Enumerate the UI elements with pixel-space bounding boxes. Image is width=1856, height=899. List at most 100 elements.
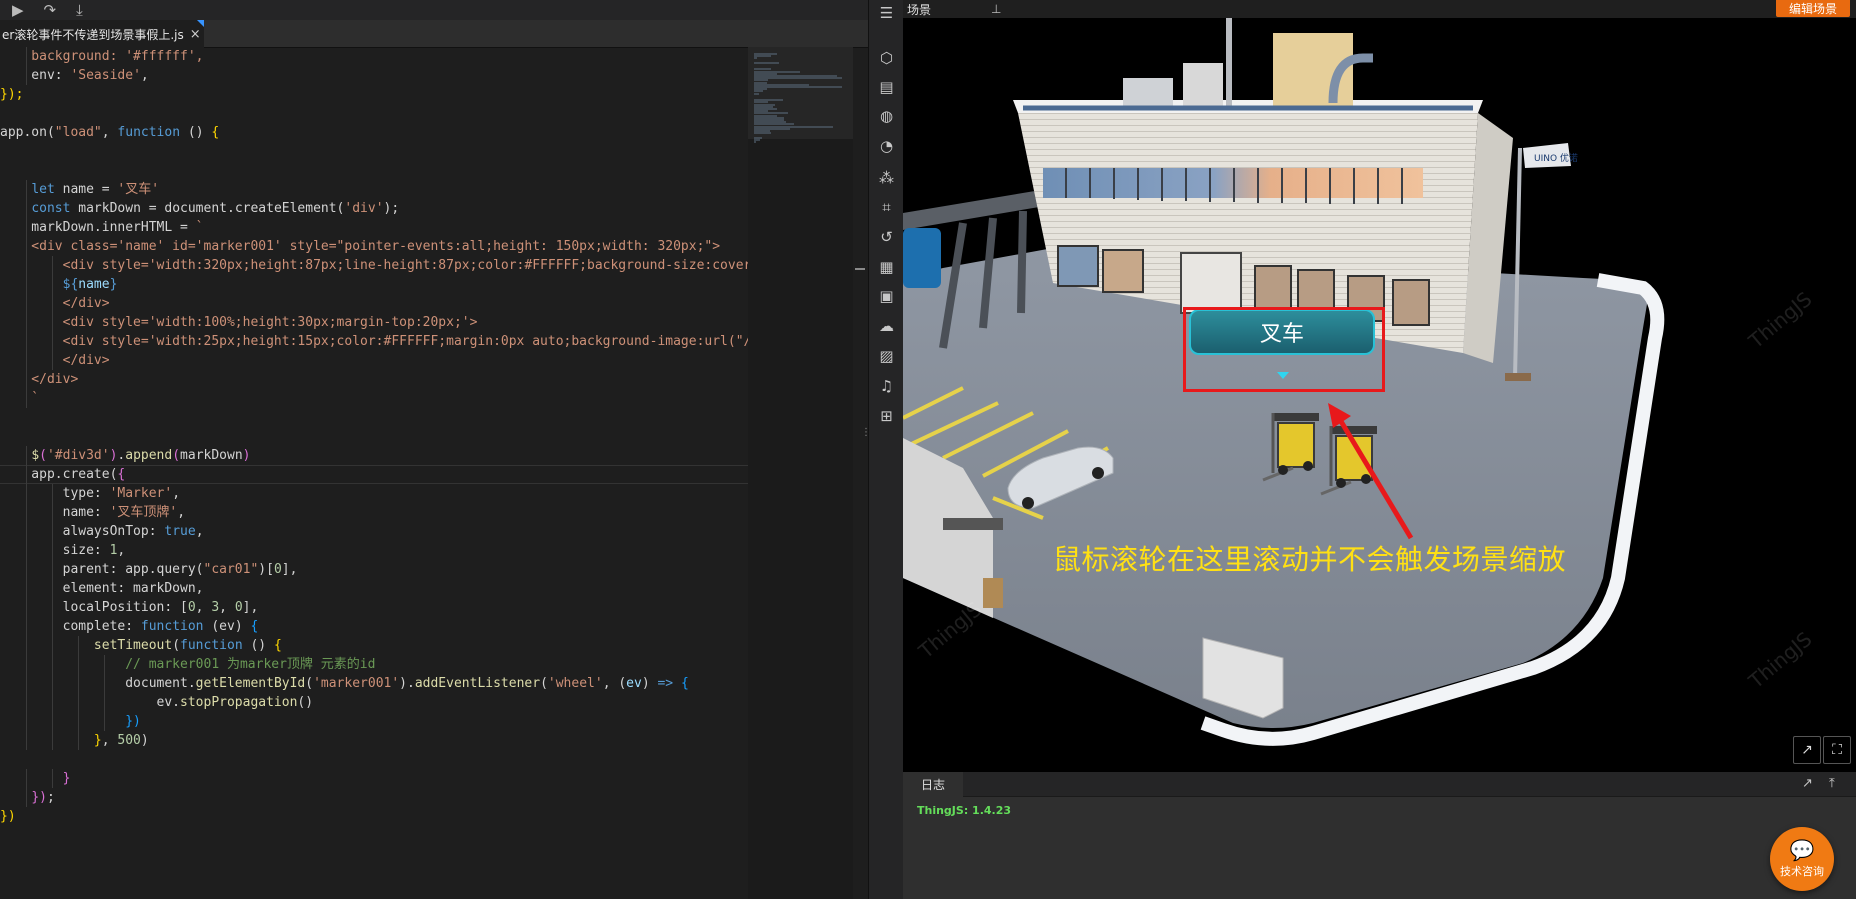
code-line[interactable]: localPosition: [0, 3, 0], bbox=[0, 598, 748, 617]
car-wheel bbox=[1022, 497, 1034, 509]
code-token: , bbox=[219, 600, 235, 615]
crop-icon[interactable]: ⌗ bbox=[869, 194, 904, 220]
music-icon[interactable]: ♫ bbox=[869, 373, 904, 399]
code-token: '叉车顶牌' bbox=[109, 505, 178, 520]
code-line[interactable]: } bbox=[0, 769, 748, 788]
code-line[interactable]: app.create({ bbox=[0, 465, 748, 484]
code-line[interactable]: <div class='name' id='marker001' style="… bbox=[0, 237, 748, 256]
cube-icon[interactable]: ⬡ bbox=[869, 45, 904, 71]
play-icon[interactable]: ▶ bbox=[12, 1, 24, 19]
picture-icon[interactable]: ▨ bbox=[869, 343, 904, 369]
globe-icon[interactable]: ◍ bbox=[869, 103, 904, 129]
widgets-icon[interactable]: ⊞ bbox=[869, 403, 904, 429]
code-token: , bbox=[195, 524, 204, 539]
indent-guide bbox=[26, 579, 27, 598]
code-line[interactable]: }) bbox=[0, 807, 748, 826]
code-token: parent: app.query( bbox=[0, 562, 204, 577]
edit-scene-button[interactable]: 编辑场景 bbox=[1776, 0, 1850, 17]
code-line[interactable]: type: 'Marker', bbox=[0, 484, 748, 503]
code-line[interactable]: parent: app.query("car01")[0], bbox=[0, 560, 748, 579]
resize-handle[interactable]: ⋮ bbox=[861, 428, 871, 450]
editor-toolbar: ▶ ↷ ⤓ bbox=[0, 0, 868, 20]
code-line[interactable]: alwaysOnTop: true, bbox=[0, 522, 748, 541]
code-line[interactable]: }) bbox=[0, 712, 748, 731]
code-line[interactable]: }); bbox=[0, 788, 748, 807]
code-line[interactable]: app.on("load", function () { bbox=[0, 123, 748, 142]
download-icon[interactable]: ⤓ bbox=[76, 1, 83, 19]
code-line[interactable]: env: 'Seaside', bbox=[0, 66, 748, 85]
code-line[interactable] bbox=[0, 408, 748, 427]
code-line[interactable]: <div style='width:25px;height:15px;color… bbox=[0, 332, 748, 351]
code-line[interactable]: }, 500) bbox=[0, 731, 748, 750]
code-line[interactable] bbox=[0, 142, 748, 161]
sliders-icon[interactable]: ☰ bbox=[869, 0, 904, 26]
redo-icon[interactable]: ↷ bbox=[44, 1, 57, 19]
code-line[interactable]: const markDown = document.createElement(… bbox=[0, 199, 748, 218]
collapse-icon[interactable]: ⤒ bbox=[1829, 776, 1835, 791]
code-token: ) bbox=[140, 733, 149, 748]
cubes-icon[interactable]: ⁂ bbox=[869, 165, 904, 191]
image-icon[interactable]: ▣ bbox=[869, 283, 904, 309]
code-line[interactable]: document.getElementById('marker001').add… bbox=[0, 674, 748, 693]
indent-guide bbox=[78, 731, 79, 750]
close-icon[interactable]: × bbox=[190, 27, 201, 42]
code-line[interactable]: </div> bbox=[0, 351, 748, 370]
code-line[interactable]: </div> bbox=[0, 294, 748, 313]
code-token: , bbox=[140, 68, 149, 83]
code-token: ( bbox=[39, 448, 47, 463]
indent-guide bbox=[78, 674, 79, 693]
hierarchy-icon[interactable]: ⊥ bbox=[991, 2, 1001, 16]
code-token: ). bbox=[399, 676, 415, 691]
flag-text: UINO 优诺 bbox=[1534, 152, 1578, 164]
code-line[interactable] bbox=[0, 750, 748, 769]
fullscreen-icon[interactable]: ⛶ bbox=[1823, 736, 1851, 764]
clock-icon[interactable]: ◔ bbox=[869, 133, 904, 159]
code-line[interactable]: element: markDown, bbox=[0, 579, 748, 598]
highlight-box bbox=[1183, 307, 1385, 392]
book-icon[interactable]: ▤ bbox=[869, 74, 904, 100]
code-line[interactable]: ${name} bbox=[0, 275, 748, 294]
code-line[interactable]: background: '#ffffff', bbox=[0, 47, 748, 66]
tab-log[interactable]: 日志 bbox=[903, 772, 963, 797]
minimap-line bbox=[754, 61, 780, 64]
code-line[interactable]: complete: function (ev) { bbox=[0, 617, 748, 636]
code-token: append bbox=[125, 448, 173, 463]
code-line[interactable] bbox=[0, 161, 748, 180]
indent-guide bbox=[26, 332, 27, 351]
code-line[interactable]: ` bbox=[0, 389, 748, 408]
cloud-icon[interactable]: ☁ bbox=[869, 313, 904, 339]
code-line[interactable]: setTimeout(function () { bbox=[0, 636, 748, 655]
tab-scene[interactable]: 场景 bbox=[903, 1, 971, 18]
code-line[interactable]: name: '叉车顶牌', bbox=[0, 503, 748, 522]
consult-button[interactable]: 💬 技术咨询 bbox=[1770, 827, 1834, 891]
code-line[interactable]: </div> bbox=[0, 370, 748, 389]
flag-base bbox=[1505, 373, 1531, 381]
layout-icon[interactable]: ▦ bbox=[869, 254, 904, 280]
indent-guide bbox=[52, 294, 53, 313]
code-line[interactable]: }); bbox=[0, 85, 748, 104]
popout-icon[interactable]: ↗ bbox=[1793, 736, 1821, 764]
popout-icon[interactable]: ↗ bbox=[1802, 776, 1813, 791]
code-line[interactable]: <div style='width:100%;height:30px;margi… bbox=[0, 313, 748, 332]
code-line[interactable]: <div style='width:320px;height:87px;line… bbox=[0, 256, 748, 275]
code-line[interactable] bbox=[0, 427, 748, 446]
log-version-text: ThingJS: 1.4.23 bbox=[917, 804, 1012, 817]
indent-guide bbox=[104, 655, 105, 674]
code-area[interactable]: background: '#ffffff', env: 'Seaside',})… bbox=[0, 47, 748, 899]
scene-viewport[interactable]: UINO 优诺 ThingJS ThingJS ThingJS 叉车 鼠标滚轮在… bbox=[903, 18, 1856, 772]
code-line[interactable]: markDown.innerHTML = ` bbox=[0, 218, 748, 237]
code-line[interactable]: size: 1, bbox=[0, 541, 748, 560]
code-line[interactable]: let name = '叉车' bbox=[0, 180, 748, 199]
indent-guide bbox=[104, 712, 105, 731]
code-line[interactable]: // marker001 为marker顶牌 元素的id bbox=[0, 655, 748, 674]
history-icon[interactable]: ↺ bbox=[869, 224, 904, 250]
code-line[interactable] bbox=[0, 104, 748, 123]
indent-guide bbox=[26, 788, 27, 807]
minimap[interactable] bbox=[748, 47, 853, 899]
file-tab[interactable]: er滚轮事件不传递到场景事假上.js × bbox=[0, 20, 204, 48]
code-line[interactable]: $('#div3d').append(markDown) bbox=[0, 446, 748, 465]
code-line[interactable]: ev.stopPropagation() bbox=[0, 693, 748, 712]
